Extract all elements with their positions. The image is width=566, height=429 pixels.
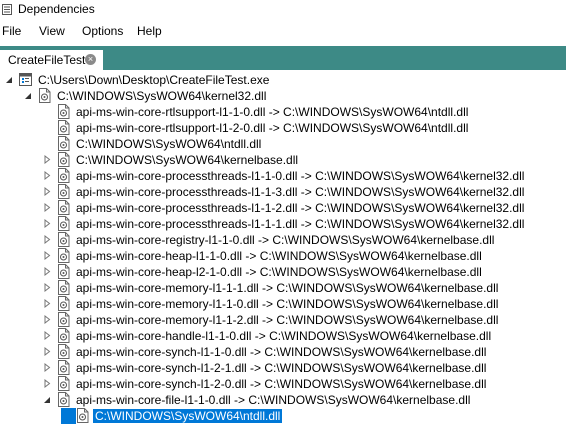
tree-item-label: api-ms-win-core-synch-l1-2-1.dll -> C:\W… [76, 361, 487, 375]
collapsed-arrow-icon[interactable] [43, 219, 51, 228]
window-title: Dependencies [18, 2, 95, 16]
expanded-arrow-icon[interactable] [43, 395, 51, 404]
tree-row[interactable]: api-ms-win-core-memory-l1-1-0.dll -> C:\… [0, 296, 566, 312]
tree-row[interactable]: api-ms-win-core-processthreads-l1-1-1.dl… [0, 216, 566, 232]
tree-item-label: api-ms-win-core-registry-l1-1-0.dll -> C… [76, 233, 495, 247]
tree-item-label: api-ms-win-core-processthreads-l1-1-2.dl… [76, 201, 525, 215]
menu-help[interactable]: Help [137, 24, 162, 38]
tree-row[interactable]: C:\Users\Down\Desktop\CreateFileTest.exe [0, 72, 566, 88]
dll-icon [58, 328, 70, 343]
tree-row[interactable]: api-ms-win-core-processthreads-l1-1-3.dl… [0, 184, 566, 200]
close-icon[interactable]: × [85, 54, 96, 65]
tree-item-label: C:\Users\Down\Desktop\CreateFileTest.exe [38, 73, 270, 87]
tree-item-label: C:\WINDOWS\SysWOW64\kernelbase.dll [76, 153, 299, 167]
collapsed-arrow-icon[interactable] [43, 315, 51, 324]
tree-item-label: api-ms-win-core-memory-l1-1-2.dll -> C:\… [76, 313, 499, 327]
exe-icon [19, 73, 32, 86]
title-bar: Dependencies [0, 0, 566, 20]
dll-icon [58, 216, 70, 231]
expanded-arrow-icon[interactable] [5, 75, 13, 84]
dll-icon [58, 280, 70, 295]
tree-item-label: api-ms-win-core-synch-l1-2-0.dll -> C:\W… [76, 377, 487, 391]
dll-icon [58, 168, 70, 183]
tab-strip: CreateFileTest × [0, 46, 566, 71]
tree-row[interactable]: api-ms-win-core-file-l1-1-0.dll -> C:\WI… [0, 392, 566, 408]
dll-icon [58, 392, 70, 407]
dll-icon [58, 152, 70, 167]
collapsed-arrow-icon[interactable] [43, 363, 51, 372]
dll-icon [58, 184, 70, 199]
collapsed-arrow-icon[interactable] [43, 379, 51, 388]
tree-item-label: C:\WINDOWS\SysWOW64\ntdll.dll [76, 137, 262, 151]
collapsed-arrow-icon[interactable] [43, 347, 51, 356]
tree-item-label: api-ms-win-core-processthreads-l1-1-3.dl… [76, 185, 525, 199]
tree-row[interactable]: C:\WINDOWS\SysWOW64\ntdll.dll [0, 408, 566, 424]
tree-row[interactable]: api-ms-win-core-rtlsupport-l1-1-0.dll ->… [0, 104, 566, 120]
menu-bar: File View Options Help [0, 22, 566, 42]
tree-row[interactable]: api-ms-win-core-handle-l1-1-0.dll -> C:\… [0, 328, 566, 344]
dll-icon [58, 136, 70, 151]
tree-row[interactable]: api-ms-win-core-synch-l1-1-0.dll -> C:\W… [0, 344, 566, 360]
tree-item-label: api-ms-win-core-processthreads-l1-1-1.dl… [76, 217, 525, 231]
tree-row[interactable]: api-ms-win-core-processthreads-l1-1-2.dl… [0, 200, 566, 216]
tree-row[interactable]: api-ms-win-core-heap-l2-1-0.dll -> C:\WI… [0, 264, 566, 280]
tree-row[interactable]: api-ms-win-core-processthreads-l1-1-0.dl… [0, 168, 566, 184]
dll-icon [58, 120, 70, 135]
dll-icon [58, 200, 70, 215]
dll-icon [58, 344, 70, 359]
tree-row[interactable]: api-ms-win-core-memory-l1-1-1.dll -> C:\… [0, 280, 566, 296]
collapsed-arrow-icon[interactable] [43, 267, 51, 276]
collapsed-arrow-icon[interactable] [43, 299, 51, 308]
menu-file[interactable]: File [2, 24, 21, 38]
tree-row[interactable]: api-ms-win-core-memory-l1-1-2.dll -> C:\… [0, 312, 566, 328]
tree-row[interactable]: api-ms-win-core-synch-l1-2-0.dll -> C:\W… [0, 376, 566, 392]
tree-item-label: C:\WINDOWS\SysWOW64\kernel32.dll [57, 89, 267, 103]
tree-item-label: api-ms-win-core-processthreads-l1-1-0.dl… [76, 169, 525, 183]
tree-item-label: api-ms-win-core-memory-l1-1-1.dll -> C:\… [76, 281, 499, 295]
menu-view[interactable]: View [39, 24, 65, 38]
collapsed-arrow-icon[interactable] [43, 331, 51, 340]
tree-row[interactable]: api-ms-win-core-rtlsupport-l1-2-0.dll ->… [0, 120, 566, 136]
dll-icon [58, 296, 70, 311]
collapsed-arrow-icon[interactable] [43, 187, 51, 196]
tree-row[interactable]: C:\WINDOWS\SysWOW64\ntdll.dll [0, 136, 566, 152]
dll-icon [58, 376, 70, 391]
tab-createfiletest[interactable]: CreateFileTest × [0, 49, 103, 71]
app-icon [2, 4, 12, 15]
collapsed-arrow-icon[interactable] [43, 235, 51, 244]
tree-item-label: api-ms-win-core-handle-l1-1-0.dll -> C:\… [76, 329, 492, 343]
tree-item-label: api-ms-win-core-synch-l1-1-0.dll -> C:\W… [76, 345, 487, 359]
dll-icon [58, 264, 70, 279]
tree-row[interactable]: C:\WINDOWS\SysWOW64\kernelbase.dll [0, 152, 566, 168]
tree-row[interactable]: C:\WINDOWS\SysWOW64\kernel32.dll [0, 88, 566, 104]
dll-icon [58, 104, 70, 119]
tree-item-label: api-ms-win-core-memory-l1-1-0.dll -> C:\… [76, 297, 499, 311]
collapsed-arrow-icon[interactable] [43, 283, 51, 292]
dependency-tree[interactable]: C:\Users\Down\Desktop\CreateFileTest.exe… [0, 70, 566, 429]
dll-icon [58, 232, 70, 247]
tree-item-label: api-ms-win-core-rtlsupport-l1-2-0.dll ->… [76, 121, 469, 135]
tree-row[interactable]: api-ms-win-core-registry-l1-1-0.dll -> C… [0, 232, 566, 248]
collapsed-arrow-icon[interactable] [43, 171, 51, 180]
dll-icon [58, 248, 70, 263]
menu-options[interactable]: Options [82, 24, 123, 38]
tree-item-label: api-ms-win-core-heap-l2-1-0.dll -> C:\WI… [76, 265, 482, 279]
tree-item-label: C:\WINDOWS\SysWOW64\ntdll.dll [93, 409, 283, 423]
selection-highlight [61, 408, 76, 424]
dll-icon [58, 360, 70, 375]
dll-icon [39, 88, 51, 103]
tree-row[interactable]: api-ms-win-core-heap-l1-1-0.dll -> C:\WI… [0, 248, 566, 264]
tree-item-label: api-ms-win-core-heap-l1-1-0.dll -> C:\WI… [76, 249, 482, 263]
collapsed-arrow-icon[interactable] [43, 155, 51, 164]
tree-item-label: api-ms-win-core-file-l1-1-0.dll -> C:\WI… [76, 393, 471, 407]
dll-icon [58, 312, 70, 327]
dll-icon [77, 408, 89, 423]
collapsed-arrow-icon[interactable] [43, 251, 51, 260]
tree-row[interactable]: api-ms-win-core-synch-l1-2-1.dll -> C:\W… [0, 360, 566, 376]
tab-label: CreateFileTest [8, 53, 86, 67]
tree-item-label: api-ms-win-core-rtlsupport-l1-1-0.dll ->… [76, 105, 469, 119]
collapsed-arrow-icon[interactable] [43, 203, 51, 212]
expanded-arrow-icon[interactable] [24, 91, 32, 100]
